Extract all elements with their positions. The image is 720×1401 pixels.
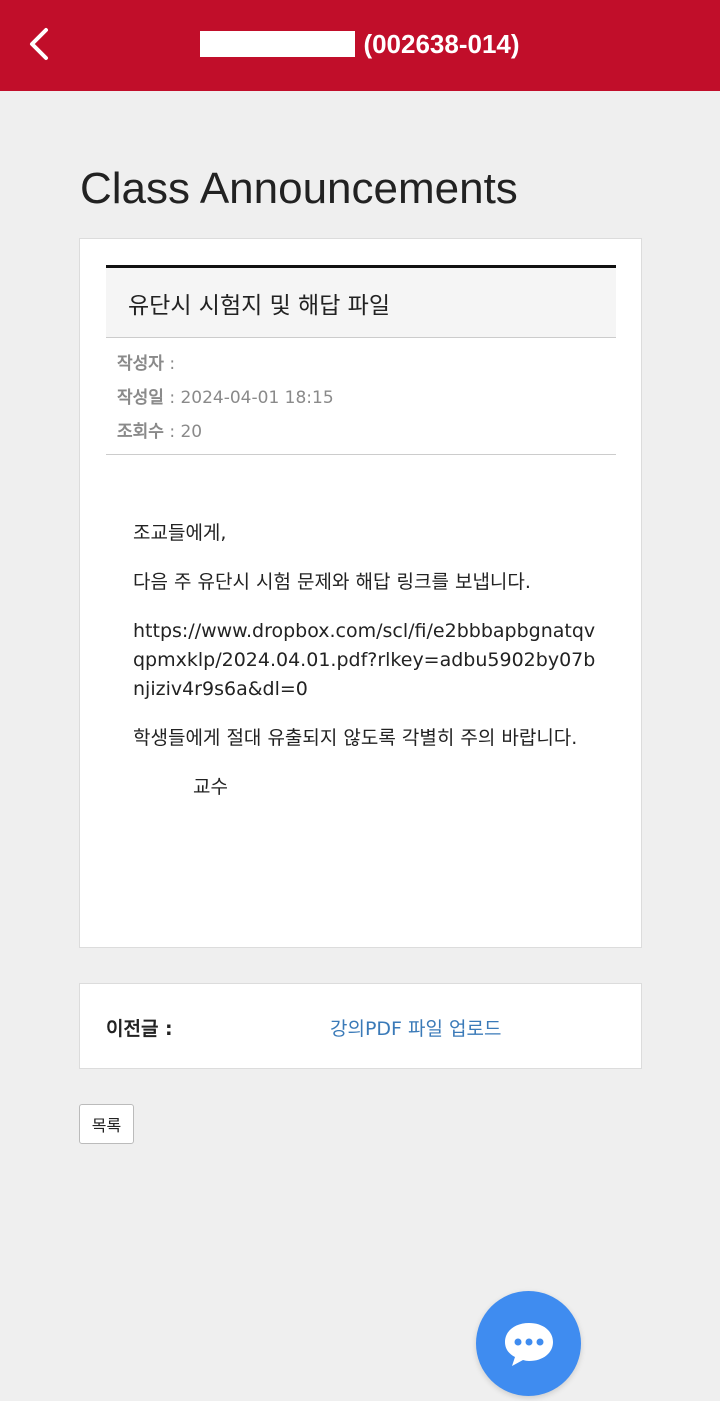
prev-post-card: 이전글 : 강의PDF 파일 업로드	[79, 983, 642, 1069]
chat-bubble-icon	[504, 1322, 553, 1366]
views-value: 20	[180, 422, 203, 442]
meta-date: 작성일 : 2024-04-01 18:15	[117, 388, 334, 408]
header-title: (002638-014)	[0, 26, 720, 62]
body-signature: 교수	[133, 773, 603, 802]
post-body: 조교들에게, 다음 주 유단시 시험 문제와 해답 링크를 보냅니다. http…	[133, 519, 603, 822]
prev-post-label: 이전글 :	[106, 1018, 173, 1040]
prev-post-link[interactable]: 강의PDF 파일 업로드	[330, 1014, 501, 1041]
dropbox-link[interactable]: https://www.dropbox.com/scl/fi/e2bbbapbg…	[133, 617, 603, 704]
page-title: Class Announcements	[80, 164, 518, 213]
chat-button[interactable]	[476, 1291, 581, 1396]
author-label: 작성자	[117, 354, 164, 374]
app-header: (002638-014)	[0, 0, 720, 91]
divider	[106, 454, 616, 455]
views-label: 조회수	[117, 422, 164, 442]
redacted-course-name	[200, 31, 356, 57]
meta-author: 작성자 :	[117, 354, 176, 374]
post-subject-text: 유단시 시험지 및 해답 파일	[128, 292, 391, 319]
post-subject: 유단시 시험지 및 해답 파일	[106, 265, 616, 338]
list-button[interactable]: 목록	[79, 1104, 134, 1144]
meta-views: 조회수 : 20	[117, 422, 203, 442]
signature-text: 교수	[193, 776, 228, 798]
post-meta: 작성자 : 작성일 : 2024-04-01 18:15 조회수 : 20	[117, 347, 597, 449]
date-value: 2024-04-01 18:15	[180, 388, 334, 408]
body-line: 다음 주 유단시 시험 문제와 해답 링크를 보냅니다.	[133, 571, 531, 593]
course-code: (002638-014)	[363, 28, 520, 59]
date-label: 작성일	[117, 388, 164, 408]
announcement-card: 유단시 시험지 및 해답 파일 작성자 : 작성일 : 2024-04-01 1…	[79, 238, 642, 948]
body-line: 학생들에게 절대 유출되지 않도록 각별히 주의 바랍니다.	[133, 727, 578, 749]
body-greeting: 조교들에게,	[133, 522, 227, 544]
